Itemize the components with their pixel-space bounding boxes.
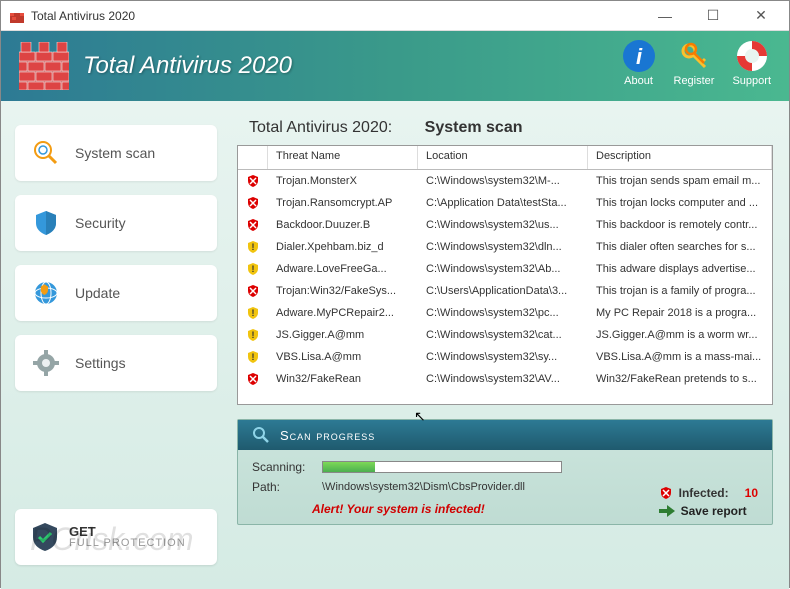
register-button[interactable]: Register xyxy=(674,39,715,87)
globe-icon xyxy=(31,278,61,308)
progress-bar xyxy=(322,461,562,473)
svg-text:i: i xyxy=(635,44,642,69)
table-row[interactable]: !JS.Gigger.A@mmC:\Windows\system32\cat..… xyxy=(238,324,772,346)
path-value: \Windows\system32\Dism\CbsProvider.dll xyxy=(322,481,525,493)
table-row[interactable]: Win32/FakeReanC:\Windows\system32\AV...W… xyxy=(238,368,772,390)
shield-yellow-icon: ! xyxy=(246,262,260,276)
nav-settings[interactable]: Settings xyxy=(15,335,217,391)
close-button[interactable]: ✕ xyxy=(741,3,781,29)
maximize-button[interactable]: ☐ xyxy=(693,3,733,29)
app-header: Total Antivirus 2020 i About Register Su… xyxy=(1,31,789,101)
scanning-label: Scanning: xyxy=(252,460,322,474)
shield-red-icon xyxy=(246,218,260,232)
shield-yellow-icon: ! xyxy=(246,350,260,364)
info-icon: i xyxy=(622,39,656,73)
shield-red-icon xyxy=(246,284,260,298)
threats-table: Threat Name Location Description Trojan.… xyxy=(237,145,773,405)
shield-red-icon xyxy=(246,196,260,210)
firewall-icon xyxy=(19,42,69,90)
nav-security[interactable]: Security xyxy=(15,195,217,251)
save-report-button[interactable]: Save report xyxy=(659,504,758,518)
titlebar: Total Antivirus 2020 — ☐ ✕ xyxy=(1,1,789,31)
nav-label: System scan xyxy=(75,145,155,161)
key-icon xyxy=(677,39,711,73)
main-panel: Total Antivirus 2020: System scan Threat… xyxy=(231,101,789,589)
table-row[interactable]: !Adware.MyPCRepair2...C:\Windows\system3… xyxy=(238,302,772,324)
shield-red-icon xyxy=(659,486,673,500)
support-button[interactable]: Support xyxy=(732,39,771,87)
table-row[interactable]: !VBS.Lisa.A@mmC:\Windows\system32\sy...V… xyxy=(238,346,772,368)
svg-text:!: ! xyxy=(252,330,255,340)
minimize-button[interactable]: — xyxy=(645,3,685,29)
window-title: Total Antivirus 2020 xyxy=(31,9,645,23)
table-row[interactable]: !Adware.LoveFreeGa...C:\Windows\system32… xyxy=(238,258,772,280)
nav-update[interactable]: Update xyxy=(15,265,217,321)
nav-label: Update xyxy=(75,285,120,301)
sidebar: System scan Security Update Settings GET… xyxy=(1,101,231,589)
magnifier-icon xyxy=(252,426,270,444)
table-row[interactable]: Trojan.MonsterXC:\Windows\system32\M-...… xyxy=(238,170,772,192)
svg-text:!: ! xyxy=(252,264,255,274)
shield-yellow-icon: ! xyxy=(246,306,260,320)
page-title: Total Antivirus 2020: System scan xyxy=(249,119,773,137)
about-button[interactable]: i About xyxy=(622,39,656,87)
shield-icon xyxy=(31,208,61,238)
lifebuoy-icon xyxy=(735,39,769,73)
svg-text:!: ! xyxy=(252,242,255,252)
app-title: Total Antivirus 2020 xyxy=(83,52,292,80)
table-row[interactable]: Trojan:Win32/FakeSys...C:\Users\Applicat… xyxy=(238,280,772,302)
shield-yellow-icon: ! xyxy=(246,240,260,254)
nav-system-scan[interactable]: System scan xyxy=(15,125,217,181)
shield-yellow-icon: ! xyxy=(246,328,260,342)
svg-text:!: ! xyxy=(252,352,255,362)
infected-count-row: Infected: 10 xyxy=(659,486,758,500)
nav-label: Security xyxy=(75,215,126,231)
scan-icon xyxy=(31,138,61,168)
table-row[interactable]: Backdoor.Duuzer.BC:\Windows\system32\us.… xyxy=(238,214,772,236)
table-row[interactable]: Trojan.Ransomcrypt.APC:\Application Data… xyxy=(238,192,772,214)
path-label: Path: xyxy=(252,480,322,494)
progress-header: Scan progress xyxy=(238,420,772,450)
scan-progress-panel: Scan progress Scanning: Path: \Windows\s… xyxy=(237,419,773,525)
promo-line2: FULL PROTECTION xyxy=(69,538,186,549)
get-full-protection-button[interactable]: GET FULL PROTECTION xyxy=(15,509,217,565)
table-header: Threat Name Location Description xyxy=(238,146,772,170)
gear-icon xyxy=(31,348,61,378)
shield-red-icon xyxy=(246,174,260,188)
table-row[interactable]: !Dialer.Xpehbam.biz_dC:\Windows\system32… xyxy=(238,236,772,258)
protection-shield-icon xyxy=(29,521,61,553)
svg-text:!: ! xyxy=(252,308,255,318)
app-icon-small xyxy=(9,8,25,24)
nav-label: Settings xyxy=(75,355,126,371)
shield-red-icon xyxy=(246,372,260,386)
arrow-right-icon xyxy=(659,505,675,517)
